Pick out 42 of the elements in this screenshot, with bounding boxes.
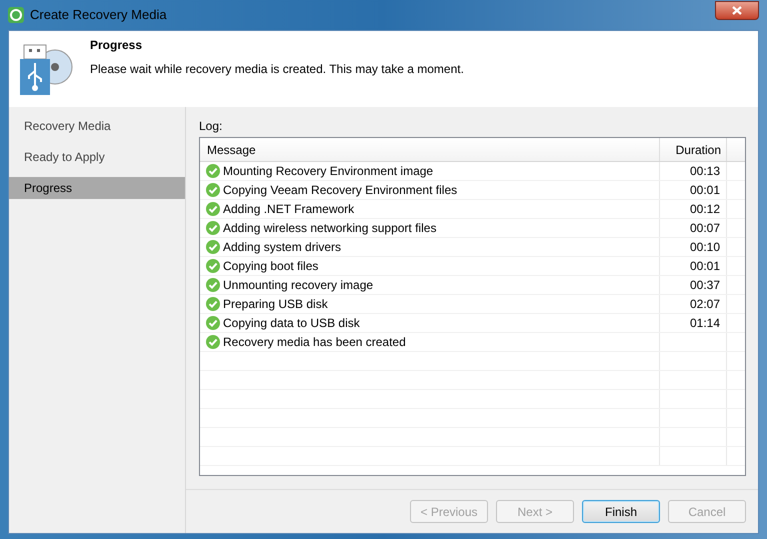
column-header[interactable]: Duration [660, 138, 727, 161]
check-icon [206, 221, 220, 235]
log-message: Recovery media has been created [223, 334, 406, 351]
log-label: Log: [199, 118, 224, 135]
duration-cell-text: 00:01 [690, 258, 720, 275]
sidebar-item[interactable]: Recovery Media [9, 115, 185, 137]
sidebar-item[interactable]: Ready to Apply [9, 146, 185, 168]
duration-cell-text: 00:01 [690, 182, 720, 199]
page-description: Please wait while recovery media is created. This may take a moment. [90, 61, 464, 78]
duration-cell-text: 02:07 [690, 296, 720, 313]
log-message: Unmounting recovery image [223, 277, 374, 294]
log-message: Adding system drivers [223, 239, 342, 256]
window-title: Create Recovery Media [30, 6, 167, 24]
check-icon [206, 278, 220, 292]
log-message: Adding .NET Framework [223, 201, 354, 218]
check-icon [206, 202, 220, 216]
close-button[interactable] [715, 0, 759, 20]
wizard-button[interactable]: Finish [582, 500, 660, 523]
duration-cell-text: 00:13 [690, 163, 720, 180]
check-icon [206, 240, 220, 254]
page-title: Progress [90, 37, 144, 54]
log-message: Adding wireless networking support files [223, 220, 436, 237]
check-icon [206, 297, 220, 311]
check-icon [206, 164, 220, 178]
check-icon [206, 316, 220, 330]
close-icon [732, 6, 742, 14]
log-message: Mounting Recovery Environment image [223, 163, 434, 180]
check-icon [206, 183, 220, 197]
log-message: Preparing USB disk [223, 296, 328, 313]
check-icon [206, 335, 220, 349]
sidebar-item[interactable]: Progress [9, 177, 185, 199]
log-message: Copying Veeam Recovery Environment files [223, 182, 458, 199]
column-header[interactable]: Message [200, 138, 660, 161]
duration-cell-text: 00:10 [690, 239, 720, 256]
check-icon [206, 259, 220, 273]
duration-cell-text: 00:12 [690, 201, 720, 218]
duration-cell-text: 00:07 [690, 220, 720, 237]
duration-cell-text: 01:14 [690, 315, 720, 332]
app-logo-icon [8, 7, 24, 23]
log-message: Copying boot files [223, 258, 318, 275]
duration-cell-text: 00:37 [690, 277, 720, 294]
log-message: Copying data to USB disk [223, 315, 360, 332]
